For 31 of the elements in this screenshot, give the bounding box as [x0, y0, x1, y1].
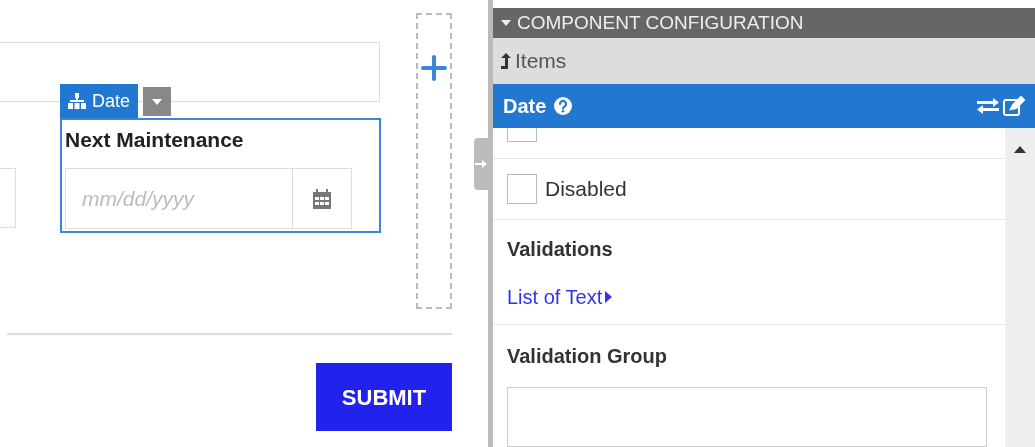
splitter[interactable] [488, 0, 493, 447]
checkbox[interactable] [507, 128, 537, 142]
up-arrow-icon [501, 53, 511, 69]
breadcrumb-link[interactable]: Items [493, 38, 1035, 84]
scrollbar[interactable] [1005, 128, 1035, 447]
plus-icon [421, 55, 447, 81]
checkbox[interactable] [507, 174, 537, 204]
panel-header[interactable]: COMPONENT CONFIGURATION [493, 8, 1035, 38]
hierarchy-icon [68, 93, 86, 109]
field-label: Next Maintenance [65, 127, 245, 153]
submit-button[interactable]: SUBMIT [316, 363, 452, 431]
calendar-icon [313, 188, 331, 209]
section-heading: Validation Group [507, 344, 668, 369]
swap-icon[interactable] [977, 98, 999, 114]
edit-icon[interactable] [1003, 96, 1025, 116]
dropdown-button[interactable] [143, 87, 172, 116]
arrow-icon [475, 159, 487, 169]
validation-group-field[interactable] [507, 387, 987, 447]
help-icon [554, 97, 573, 115]
component-tag[interactable]: Date [60, 84, 139, 118]
drop-zone[interactable] [416, 13, 452, 309]
scroll-up-icon[interactable] [1014, 146, 1026, 153]
caret-icon [152, 98, 163, 105]
section-heading: Validations [507, 237, 614, 262]
component-name: Date [503, 94, 547, 119]
panel-toggle[interactable] [474, 138, 488, 190]
checkbox-label: Disabled [545, 176, 627, 203]
list-link[interactable]: List of Text [507, 282, 991, 312]
date-field[interactable]: mm/dd/yyyy [66, 169, 292, 228]
date-input[interactable]: mm/dd/yyyy [65, 168, 352, 229]
caret-right-icon [605, 291, 613, 303]
